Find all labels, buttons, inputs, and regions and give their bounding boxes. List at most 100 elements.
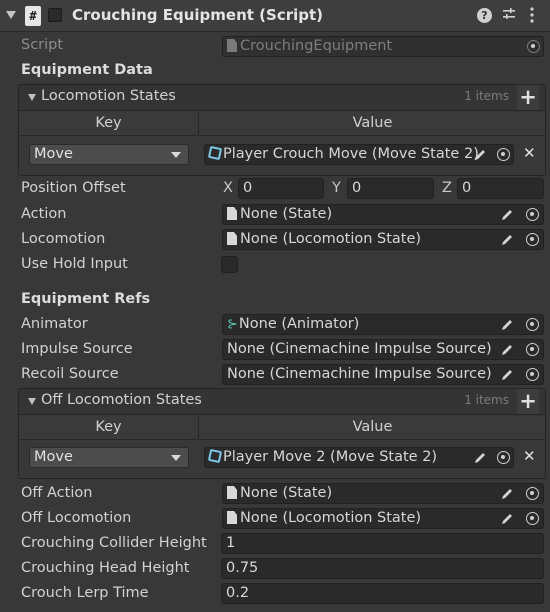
crouch-lerp-time-label: Crouch Lerp Time	[21, 585, 149, 601]
locomotion-states-header[interactable]: Locomotion States 1 items +	[19, 85, 545, 111]
target-icon[interactable]	[526, 318, 539, 331]
target-icon[interactable]	[497, 148, 510, 161]
component-header: # Crouching Equipment (Script) ?	[0, 0, 550, 32]
key-dropdown-value: Move	[34, 449, 73, 465]
key-column-header: Key	[19, 416, 199, 440]
locomotion-states-label: Locomotion States	[41, 88, 176, 104]
scriptable-object-icon	[207, 145, 223, 161]
script-label: Script	[21, 37, 64, 53]
position-offset-x-field[interactable]: 0	[238, 178, 324, 199]
value-column-header: Value	[200, 112, 545, 136]
file-icon	[227, 511, 237, 524]
script-field: CrouchingEquipment	[222, 36, 544, 57]
target-icon[interactable]	[526, 487, 539, 500]
target-icon[interactable]	[526, 233, 539, 246]
pencil-icon[interactable]	[473, 147, 488, 162]
impulse-source-label: Impulse Source	[21, 341, 133, 357]
action-label: Action	[21, 206, 67, 222]
x-axis-label: X	[223, 180, 233, 196]
scriptable-object-icon	[207, 448, 223, 464]
add-item-button[interactable]: +	[517, 85, 539, 110]
locomotion-states-count: 1 items	[464, 89, 509, 103]
crouch-lerp-time-field[interactable]: 0.2	[221, 583, 544, 604]
key-dropdown[interactable]: Move	[29, 447, 189, 468]
settings-icon[interactable]	[502, 7, 516, 25]
off-locomotion-field[interactable]: None (Locomotion State)	[222, 508, 544, 529]
off-action-label: Off Action	[21, 485, 93, 501]
z-axis-label: Z	[442, 180, 452, 196]
pencil-icon[interactable]	[500, 486, 515, 501]
off-action-value: None (State)	[240, 485, 333, 501]
key-dropdown-value: Move	[34, 146, 73, 162]
target-icon[interactable]	[526, 368, 539, 381]
action-field[interactable]: None (State)	[222, 204, 544, 225]
more-icon[interactable]	[529, 7, 535, 27]
pencil-icon[interactable]	[473, 450, 488, 465]
remove-item-button[interactable]: ✕	[523, 447, 536, 465]
file-icon	[227, 486, 237, 499]
off-locomotion-value: None (Locomotion State)	[240, 510, 422, 526]
fold-arrow-icon[interactable]	[28, 94, 36, 101]
value-object-field[interactable]: Player Move 2 (Move State 2)	[204, 447, 514, 468]
crouching-head-height-field[interactable]: 0.75	[221, 558, 544, 579]
target-icon[interactable]	[497, 451, 510, 464]
pencil-icon[interactable]	[500, 207, 515, 222]
off-locomotion-states-header[interactable]: Off Locomotion States 1 items +	[19, 389, 545, 415]
pencil-icon[interactable]	[500, 367, 515, 382]
script-icon: #	[25, 6, 41, 26]
y-axis-label: Y	[332, 180, 341, 196]
animator-icon: ⊱	[227, 317, 238, 332]
equipment-data-heading: Equipment Data	[21, 62, 153, 78]
recoil-source-field[interactable]: None (Cinemachine Impulse Source)	[222, 364, 544, 385]
enable-checkbox[interactable]	[48, 8, 62, 22]
target-icon[interactable]	[526, 512, 539, 525]
pencil-icon[interactable]	[500, 342, 515, 357]
add-item-button[interactable]: +	[517, 389, 539, 414]
file-icon	[227, 39, 237, 52]
pencil-icon[interactable]	[500, 317, 515, 332]
value-object-text: Player Move 2 (Move State 2)	[223, 449, 438, 465]
help-icon[interactable]: ?	[477, 8, 492, 23]
locomotion-field[interactable]: None (Locomotion State)	[222, 229, 544, 250]
fold-arrow-icon[interactable]	[6, 11, 16, 19]
position-offset-label: Position Offset	[21, 180, 126, 196]
equipment-refs-heading: Equipment Refs	[21, 291, 151, 307]
fold-arrow-icon[interactable]	[28, 398, 36, 405]
use-hold-input-checkbox[interactable]	[221, 256, 238, 273]
animator-label: Animator	[21, 316, 88, 332]
chevron-down-icon	[171, 455, 181, 461]
position-offset-z-field[interactable]: 0	[457, 178, 544, 199]
off-locomotion-states-list: Off Locomotion States 1 items + Key Valu…	[18, 388, 546, 479]
off-locomotion-states-label: Off Locomotion States	[41, 392, 202, 408]
off-locomotion-label: Off Locomotion	[21, 510, 132, 526]
key-column-header: Key	[19, 112, 199, 136]
script-value: CrouchingEquipment	[240, 38, 393, 54]
pencil-icon[interactable]	[500, 232, 515, 247]
locomotion-label: Locomotion	[21, 231, 106, 247]
recoil-source-label: Recoil Source	[21, 366, 119, 382]
impulse-source-value: None (Cinemachine Impulse Source)	[227, 341, 492, 357]
locomotion-states-list: Locomotion States 1 items + Key Value Mo…	[18, 84, 546, 176]
impulse-source-field[interactable]: None (Cinemachine Impulse Source)	[222, 339, 544, 360]
locomotion-value: None (Locomotion State)	[240, 231, 422, 247]
value-column-header: Value	[200, 416, 545, 440]
position-offset-y-field[interactable]: 0	[347, 178, 434, 199]
remove-item-button[interactable]: ✕	[523, 144, 536, 162]
component-title: Crouching Equipment (Script)	[72, 6, 324, 24]
target-icon[interactable]	[526, 343, 539, 356]
file-icon	[227, 207, 237, 220]
target-icon[interactable]	[526, 208, 539, 221]
action-value: None (State)	[240, 206, 333, 222]
value-object-text: Player Crouch Move (Move State 2)	[223, 146, 479, 162]
pencil-icon[interactable]	[500, 511, 515, 526]
recoil-source-value: None (Cinemachine Impulse Source)	[227, 366, 492, 382]
chevron-down-icon	[171, 152, 181, 158]
value-object-field[interactable]: Player Crouch Move (Move State 2)	[204, 144, 514, 165]
off-action-field[interactable]: None (State)	[222, 483, 544, 504]
file-icon	[227, 232, 237, 245]
off-locomotion-states-count: 1 items	[464, 393, 509, 407]
key-dropdown[interactable]: Move	[29, 144, 189, 165]
use-hold-input-label: Use Hold Input	[21, 256, 128, 272]
crouching-collider-height-field[interactable]: 1	[221, 533, 544, 554]
animator-field[interactable]: ⊱None (Animator)	[222, 314, 544, 335]
